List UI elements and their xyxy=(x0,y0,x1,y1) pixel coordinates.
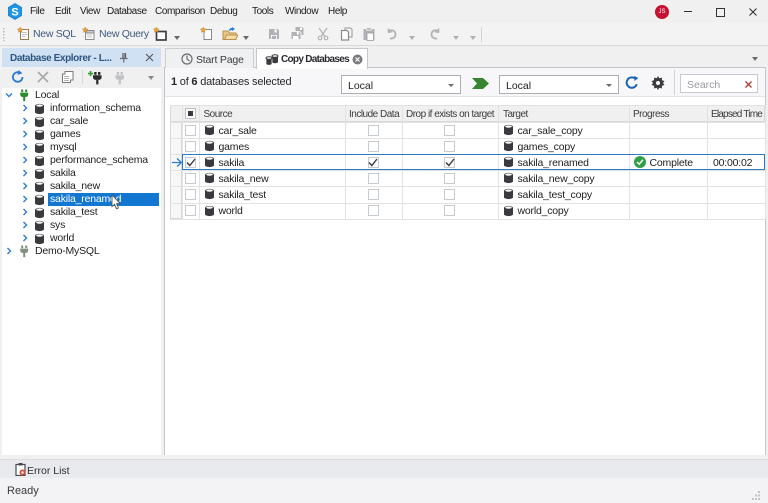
svg-text:S: S xyxy=(11,7,18,19)
